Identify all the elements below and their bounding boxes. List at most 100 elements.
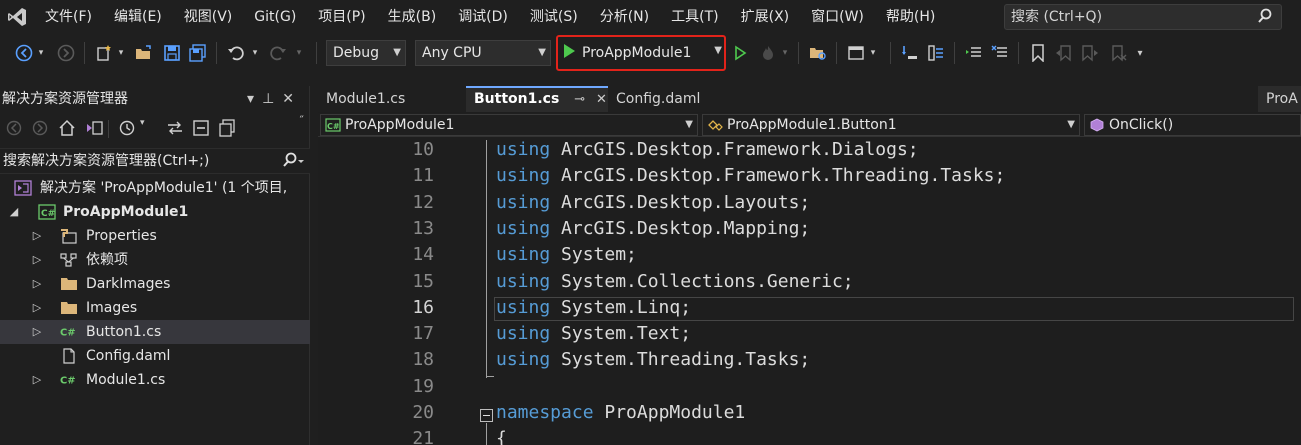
pin-tab-icon[interactable]: ⊸ (574, 92, 585, 107)
project-dropdown[interactable]: C# ProAppModule1 ▼ (320, 114, 698, 136)
code-rest: ArcGIS.Desktop.Mapping; (550, 217, 811, 239)
step-into-icon[interactable] (900, 43, 920, 63)
search-icon[interactable] (1257, 8, 1273, 32)
code-line: 14 using System; (318, 242, 1301, 268)
tab-overflow[interactable]: ProA (1258, 86, 1301, 112)
code-text-area[interactable]: 10 using ArcGIS.Desktop.Framework.Dialogs… (318, 138, 1301, 445)
chevron-down-icon[interactable]: ▼ (714, 45, 722, 56)
menu-item[interactable]: 工具(T) (660, 0, 729, 34)
tree-item[interactable]: ▷ C# Module1.cs (0, 368, 310, 392)
expanded-arrow-icon[interactable]: ◢ (8, 200, 20, 224)
bookmark-icon[interactable] (1028, 43, 1048, 63)
menu-item[interactable]: 视图(V) (173, 0, 244, 34)
menu-item[interactable]: 帮助(H) (875, 0, 946, 34)
home-icon[interactable] (58, 119, 76, 141)
navigate-back-icon[interactable] (14, 43, 34, 63)
type-dropdown[interactable]: ProAppModule1.Button1 ▼ (702, 114, 1080, 136)
collapsed-arrow-icon[interactable]: ▷ (31, 248, 43, 272)
code-text: namespace ProAppModule1 (496, 400, 745, 426)
member-dropdown-value: OnClick() (1109, 117, 1174, 133)
uncomment-lines-icon[interactable] (990, 43, 1010, 63)
close-icon[interactable]: ✕ (282, 91, 302, 107)
tree-item[interactable]: Config.daml (0, 344, 310, 368)
next-bookmark-icon[interactable] (1080, 43, 1100, 63)
code-keyword: using (496, 191, 551, 213)
visual-studio-logo-icon[interactable] (0, 0, 34, 34)
back-icon[interactable] (6, 120, 22, 140)
tab-button1-cs[interactable]: Button1.cs ⊸ ✕ (466, 86, 608, 112)
window-position-icon[interactable]: ▾ (247, 91, 262, 107)
solution-platform-select[interactable]: Any CPU ▼ (415, 40, 551, 66)
browse-folder-icon[interactable] (808, 43, 828, 63)
hot-reload-icon[interactable] (758, 43, 778, 63)
new-project-icon[interactable] (94, 43, 114, 63)
save-all-icon[interactable] (188, 43, 208, 63)
project-dropdown-value: ProAppModule1 (345, 117, 455, 133)
application-insights-icon[interactable] (846, 43, 866, 63)
tree-item[interactable]: ▷ DarkImages (0, 272, 310, 296)
close-tab-icon[interactable]: ✕ (596, 92, 607, 107)
code-rest: ArcGIS.Desktop.Framework.Threading.Tasks… (550, 165, 1006, 187)
collapsed-arrow-icon[interactable]: ▷ (31, 272, 43, 296)
solution-explorer-search-input[interactable]: 搜索解决方案资源管理器(Ctrl+;) (0, 148, 310, 174)
forward-icon[interactable] (32, 120, 48, 140)
switch-views-icon[interactable] (84, 119, 104, 141)
sync-with-active-document-icon[interactable] (166, 119, 184, 141)
comment-lines-icon[interactable] (964, 43, 984, 63)
tree-item-solution[interactable]: 解决方案 'ProAppModule1' (1 个项目, (0, 176, 310, 200)
previous-bookmark-icon[interactable] (1054, 43, 1074, 63)
solution-configuration-select[interactable]: Debug ▼ (326, 40, 406, 66)
chevron-down-icon[interactable]: ▾ (294, 43, 304, 63)
show-all-files-icon[interactable] (218, 119, 236, 141)
save-icon[interactable] (162, 43, 182, 63)
toolbar-options-icon[interactable]: ▾ (1134, 43, 1146, 63)
chevron-down-icon[interactable]: ▾ (780, 43, 790, 63)
search-icon[interactable] (282, 152, 304, 176)
tree-item[interactable]: ▷ 依赖项 (0, 248, 310, 272)
more-tools-icon[interactable]: ˝ (299, 114, 305, 127)
menu-item[interactable]: 项目(P) (307, 0, 376, 34)
tab-config-daml[interactable]: Config.daml (608, 86, 760, 112)
chevron-down-icon[interactable]: ▾ (140, 118, 145, 128)
clear-bookmarks-icon[interactable] (1108, 43, 1128, 63)
menu-item[interactable]: 窗口(W) (800, 0, 875, 34)
code-line: 13 using ArcGIS.Desktop.Mapping; (318, 216, 1301, 242)
menu-item[interactable]: 编辑(E) (103, 0, 173, 34)
pending-changes-filter-icon[interactable] (118, 119, 136, 141)
start-without-debugging-icon[interactable] (730, 43, 750, 63)
collapsed-arrow-icon[interactable]: ▷ (31, 368, 43, 392)
tree-item-project[interactable]: ◢ C# ProAppModule1 (0, 200, 310, 224)
menu-item[interactable]: 生成(B) (377, 0, 448, 34)
chevron-down-icon[interactable]: ▾ (250, 43, 260, 63)
tree-item[interactable]: ▷ Images (0, 296, 310, 320)
global-search-input[interactable]: 搜索 (Ctrl+Q) (1004, 4, 1282, 30)
menu-item[interactable]: 扩展(X) (730, 0, 801, 34)
chevron-down-icon[interactable]: ▾ (868, 43, 878, 63)
chevron-down-icon[interactable]: ▾ (116, 43, 126, 63)
menu-item[interactable]: 分析(N) (589, 0, 660, 34)
tree-item[interactable]: ▷ Properties (0, 224, 310, 248)
open-file-icon[interactable] (134, 43, 154, 63)
member-dropdown[interactable]: OnClick() (1084, 114, 1301, 136)
undo-icon[interactable] (226, 43, 246, 63)
start-debugging-button[interactable]: ProAppModule1 ▼ (556, 35, 726, 71)
redo-icon[interactable] (268, 43, 288, 63)
solution-tree: 解决方案 'ProAppModule1' (1 个项目, ◢ C# ProApp… (0, 176, 310, 392)
collapsed-arrow-icon[interactable]: ▷ (31, 296, 43, 320)
menu-item[interactable]: 测试(S) (519, 0, 589, 34)
tree-item[interactable]: ▷ C# Button1.cs (0, 320, 310, 344)
collapsed-arrow-icon[interactable]: ▷ (31, 320, 43, 344)
menu-item[interactable]: Git(G) (243, 0, 307, 34)
tab-module1-cs[interactable]: Module1.cs (318, 86, 466, 112)
code-keyword: using (496, 270, 551, 292)
collapsed-arrow-icon[interactable]: ▷ (31, 224, 43, 248)
align-icon[interactable] (926, 43, 946, 63)
pin-icon[interactable]: ⊥ (262, 91, 282, 107)
navigate-forward-icon[interactable] (56, 43, 76, 63)
folder-icon (60, 276, 78, 292)
menu-item[interactable]: 文件(F) (34, 0, 103, 34)
chevron-down-icon[interactable]: ▾ (36, 43, 46, 63)
collapse-all-icon[interactable] (192, 119, 210, 141)
menu-item[interactable]: 调试(D) (447, 0, 519, 34)
play-icon (562, 43, 576, 63)
